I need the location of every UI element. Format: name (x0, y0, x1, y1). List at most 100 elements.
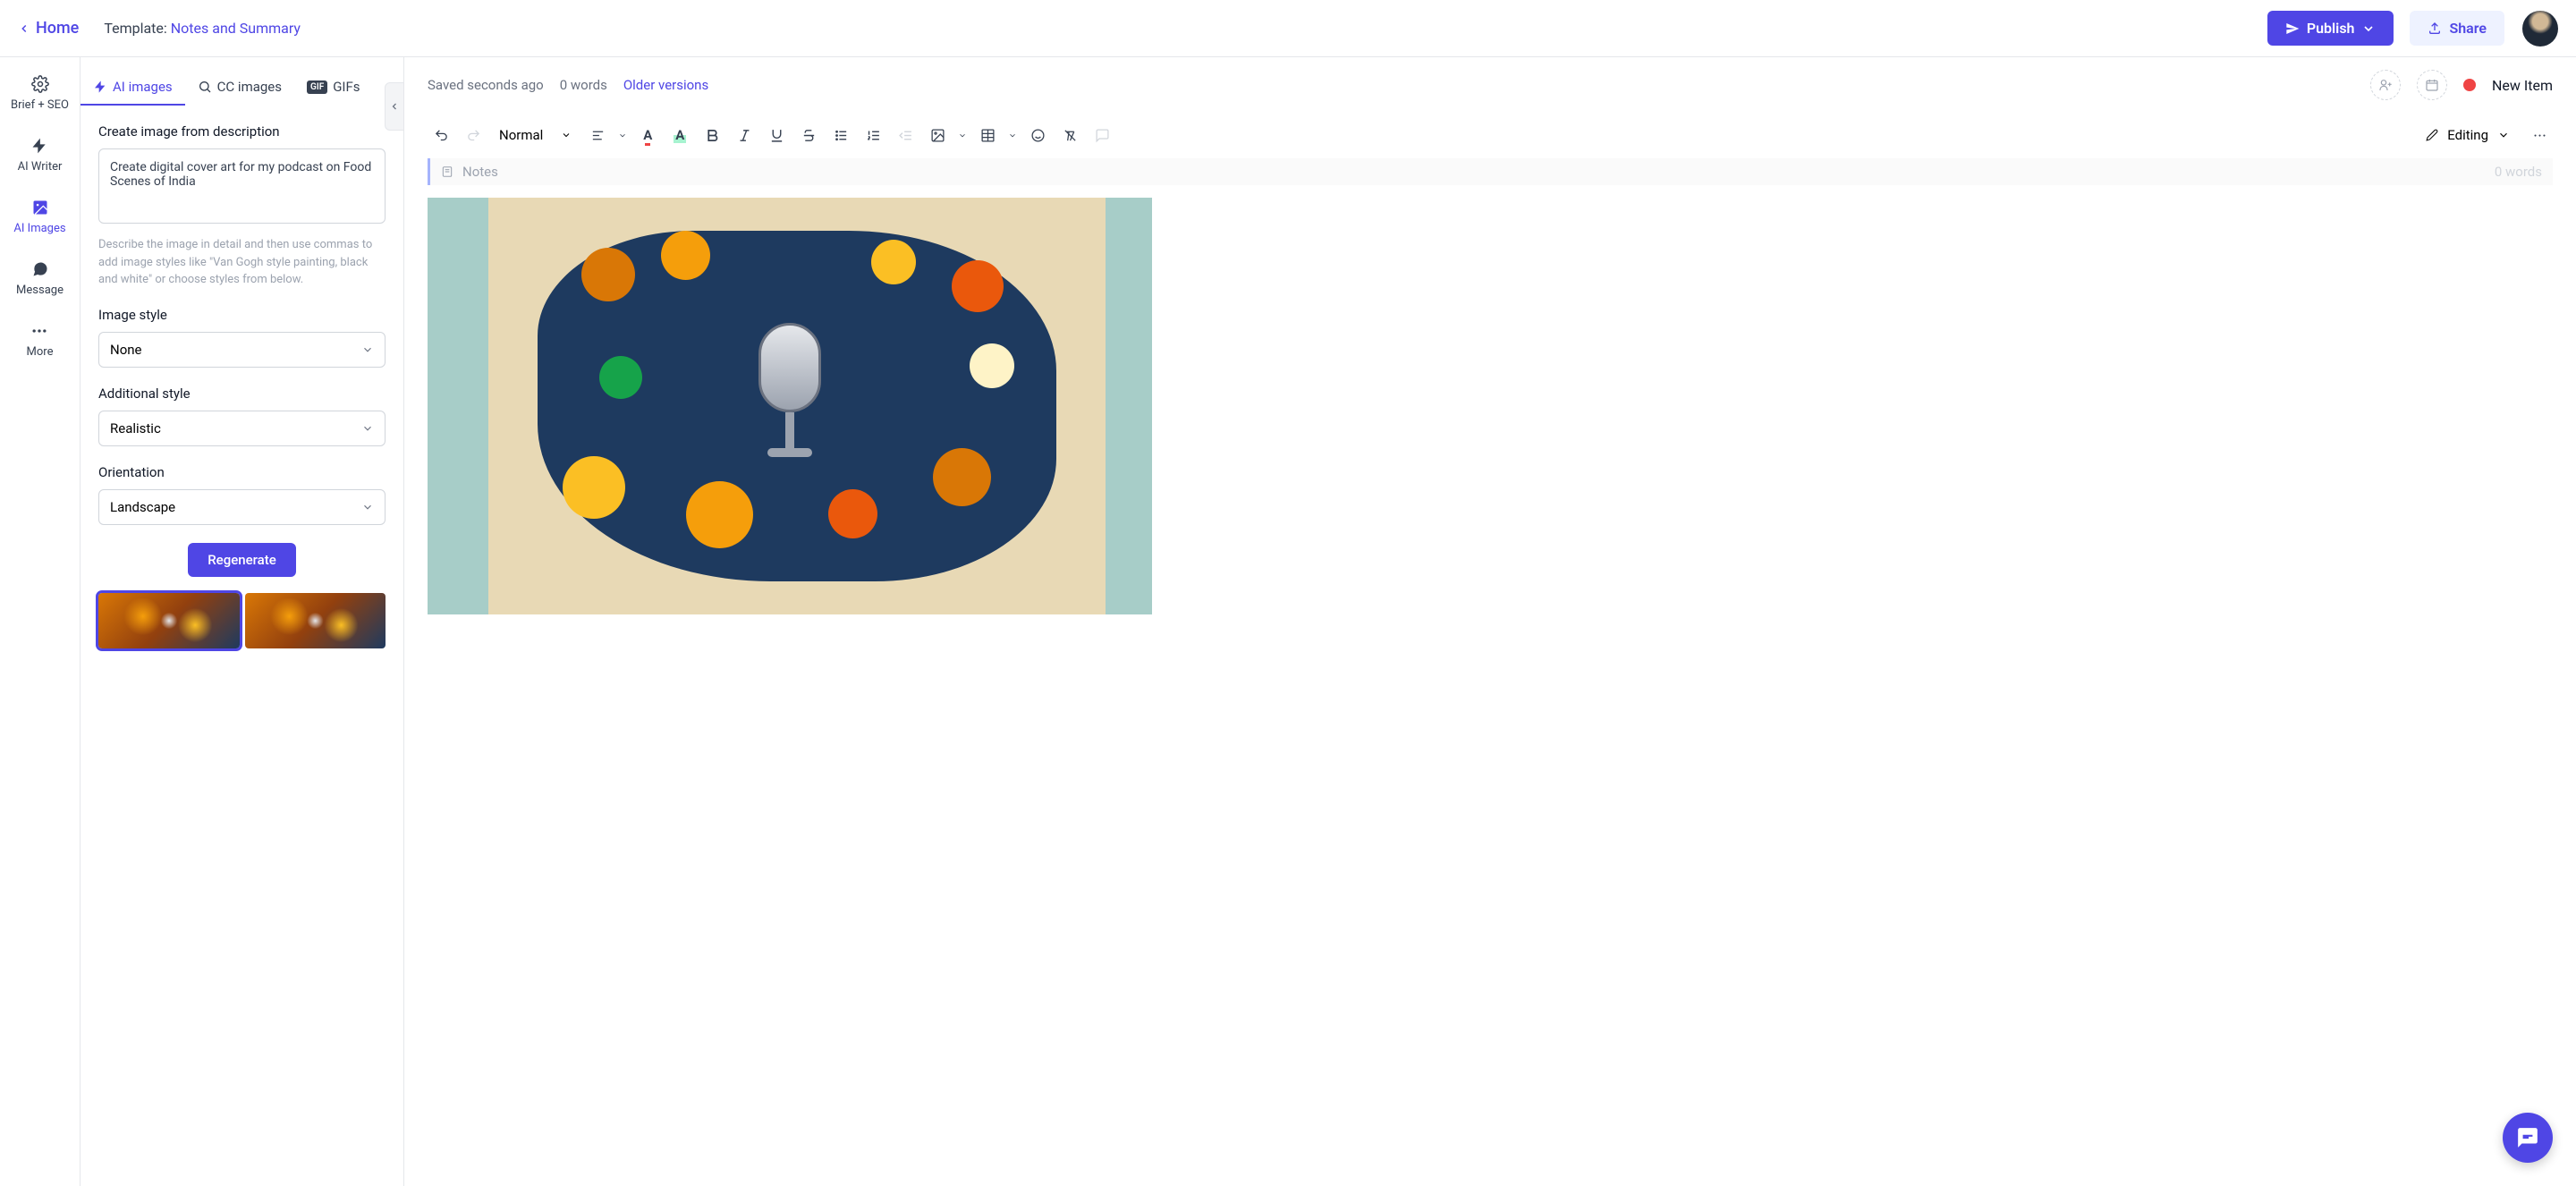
image-icon (930, 128, 945, 143)
image-dropdown[interactable] (954, 120, 970, 150)
rail-brief-seo[interactable]: Brief + SEO (11, 75, 69, 112)
chevron-down-icon (361, 343, 374, 356)
rail-ai-writer[interactable]: AI Writer (18, 137, 63, 174)
regenerate-button[interactable]: Regenerate (188, 543, 296, 577)
strikethrough-button[interactable] (793, 120, 824, 150)
underline-button[interactable] (761, 120, 792, 150)
comment-icon (1095, 128, 1110, 143)
redo-button[interactable] (458, 120, 488, 150)
table-icon (980, 128, 996, 143)
chevron-down-icon (2497, 129, 2510, 141)
image-style-label: Image style (98, 307, 386, 323)
collapse-panel-button[interactable] (385, 82, 404, 131)
status-label[interactable]: New Item (2492, 77, 2553, 94)
strikethrough-icon (801, 128, 817, 143)
additional-style-select[interactable]: Realistic (98, 411, 386, 446)
chat-icon (2516, 1126, 2539, 1149)
tab-ai-images[interactable]: AI images (80, 70, 185, 106)
prompt-textarea[interactable] (98, 148, 386, 224)
home-link[interactable]: Home (18, 19, 79, 38)
tab-cc-images[interactable]: CC images (185, 70, 294, 106)
outdent-button[interactable] (890, 120, 920, 150)
table-button[interactable] (972, 120, 1003, 150)
image-style-select[interactable]: None (98, 332, 386, 368)
list-icon (834, 128, 849, 143)
insert-image-button[interactable] (922, 120, 953, 150)
notes-word-count: 0 words (2495, 164, 2542, 180)
search-icon (198, 80, 212, 94)
additional-style-label: Additional style (98, 385, 386, 402)
outdent-icon (898, 128, 913, 143)
dots-icon (2532, 128, 2547, 143)
rail-ai-images[interactable]: AI Images (13, 199, 65, 235)
chevron-down-icon (1008, 128, 1017, 143)
undo-icon (434, 128, 449, 143)
paragraph-style-select[interactable]: Normal (490, 122, 580, 148)
notes-block[interactable]: Notes 0 words (428, 158, 2553, 185)
add-collaborator-button[interactable] (2370, 70, 2401, 100)
tab-gifs[interactable]: GIF GIFs (294, 70, 373, 106)
image-icon (31, 199, 49, 216)
gear-icon (31, 75, 49, 93)
table-dropdown[interactable] (1004, 120, 1021, 150)
status-dot-icon (2463, 79, 2476, 91)
dots-icon (30, 322, 48, 340)
chat-fab[interactable] (2503, 1113, 2553, 1163)
thumbnail-1[interactable] (98, 593, 240, 648)
schedule-button[interactable] (2417, 70, 2447, 100)
chevron-down-icon (958, 128, 967, 143)
italic-button[interactable] (729, 120, 759, 150)
bolt-icon (30, 137, 48, 155)
highlight-icon: A (674, 127, 686, 143)
template-info: Template: Notes and Summary (104, 20, 301, 37)
chevron-down-icon (361, 501, 374, 513)
rail-message[interactable]: Message (16, 260, 64, 297)
create-image-label: Create image from description (98, 123, 386, 140)
avatar[interactable] (2522, 11, 2558, 47)
align-left-icon (590, 128, 606, 143)
template-link[interactable]: Notes and Summary (171, 20, 301, 37)
emoji-button[interactable] (1022, 120, 1053, 150)
generated-image[interactable] (428, 198, 1152, 614)
chevron-down-icon (561, 130, 572, 140)
pencil-icon (2426, 129, 2438, 141)
emoji-icon (1030, 128, 1046, 143)
message-icon (31, 260, 49, 278)
clear-format-icon (1063, 128, 1078, 143)
comment-button[interactable] (1087, 120, 1117, 150)
chevron-down-icon (2361, 21, 2376, 36)
align-dropdown[interactable] (614, 120, 631, 150)
calendar-icon (2425, 78, 2439, 92)
chevron-left-icon (18, 22, 30, 35)
underline-icon (769, 128, 784, 143)
bullet-list-button[interactable] (826, 120, 856, 150)
upload-icon (2428, 21, 2442, 36)
bolt-icon (93, 80, 107, 94)
chevron-down-icon (618, 128, 627, 143)
numbered-list-button[interactable] (858, 120, 888, 150)
more-tools-button[interactable] (2524, 120, 2555, 150)
redo-icon (466, 128, 481, 143)
older-versions-link[interactable]: Older versions (623, 77, 708, 93)
user-plus-icon (2378, 78, 2393, 92)
chevron-left-icon (389, 101, 400, 112)
bold-button[interactable] (697, 120, 727, 150)
home-label: Home (36, 19, 79, 38)
text-color-button[interactable]: A (632, 120, 663, 150)
clear-format-button[interactable] (1055, 120, 1085, 150)
note-icon (441, 165, 453, 178)
align-button[interactable] (582, 120, 613, 150)
orientation-label: Orientation (98, 464, 386, 480)
editing-mode-select[interactable]: Editing (2413, 122, 2522, 148)
word-count: 0 words (560, 77, 607, 93)
notes-label: Notes (462, 164, 498, 180)
orientation-select[interactable]: Landscape (98, 489, 386, 525)
italic-icon (737, 128, 752, 143)
rail-more[interactable]: More (27, 322, 54, 359)
highlight-button[interactable]: A (665, 120, 695, 150)
share-button[interactable]: Share (2410, 11, 2504, 46)
publish-button[interactable]: Publish (2267, 11, 2394, 46)
undo-button[interactable] (426, 120, 456, 150)
thumbnail-2[interactable] (245, 593, 386, 648)
text-color-icon: A (643, 127, 652, 143)
